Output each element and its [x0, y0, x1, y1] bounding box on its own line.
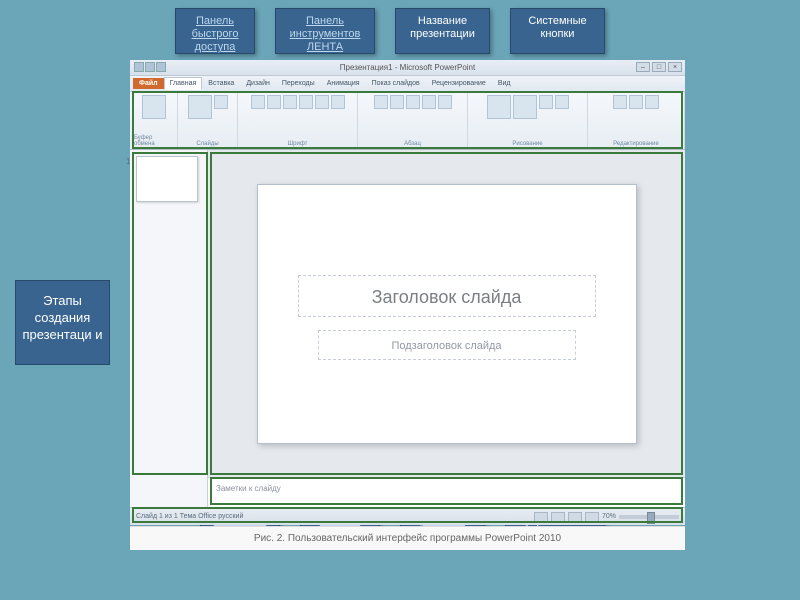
tab-insert[interactable]: Вставка — [202, 77, 240, 90]
tab-review[interactable]: Рецензирование — [426, 77, 492, 90]
outline-icon[interactable] — [555, 95, 569, 109]
numbering-icon[interactable] — [390, 95, 404, 109]
callout-ribbon-label: Панель инструментов ЛЕНТА — [290, 15, 361, 53]
work-area: Заголовок слайда Подзаголовок слайда Зам… — [130, 150, 685, 507]
group-slides: Слайды — [178, 92, 238, 149]
status-left: Слайд 1 из 1 Тема Office русский — [136, 513, 243, 520]
reading-view-button[interactable] — [568, 512, 582, 522]
sorter-view-button[interactable] — [551, 512, 565, 522]
status-right: 70% — [534, 512, 679, 522]
maximize-button[interactable]: □ — [652, 62, 666, 72]
close-button[interactable]: × — [668, 62, 682, 72]
new-slide-icon[interactable] — [188, 95, 212, 119]
slide-canvas[interactable]: Заголовок слайда Подзаголовок слайда — [208, 150, 685, 477]
tab-slideshow[interactable]: Показ слайдов — [366, 77, 426, 90]
notes-panel[interactable]: Заметки к слайду — [208, 477, 685, 507]
select-icon[interactable] — [645, 95, 659, 109]
callout-title: Название презентации — [395, 8, 490, 54]
group-drawing-label: Рисование — [512, 141, 542, 147]
ribbon: Буфер обмена Слайды Шрифт Абзац Рис — [130, 92, 685, 150]
quick-access-toolbar[interactable] — [134, 62, 166, 72]
zoom-slider[interactable] — [619, 515, 679, 519]
tab-animation[interactable]: Анимация — [321, 77, 366, 90]
group-paragraph: Абзац — [358, 92, 468, 149]
file-tab[interactable]: Файл — [133, 78, 164, 89]
callout-qat[interactable]: Панель быстрого доступа — [175, 8, 255, 54]
ribbon-tabs: Файл Главная Вставка Дизайн Переходы Ани… — [130, 76, 685, 92]
stages-callout: Этапы создания презентаци и — [15, 280, 110, 365]
layout-icon[interactable] — [214, 95, 228, 109]
group-slides-label: Слайды — [196, 141, 218, 147]
group-font-label: Шрифт — [288, 141, 308, 147]
shapes-icon[interactable] — [487, 95, 511, 119]
titlebar: Презентация1 - Microsoft PowerPoint – □ … — [130, 60, 685, 76]
bold-icon[interactable] — [283, 95, 297, 109]
color-icon[interactable] — [331, 95, 345, 109]
statusbar: Слайд 1 из 1 Тема Office русский 70% — [130, 507, 685, 525]
qat-save-icon[interactable] — [134, 62, 144, 72]
callout-qat-label: Панель быстрого доступа — [192, 15, 239, 53]
group-font: Шрифт — [238, 92, 358, 149]
arrange-icon[interactable] — [513, 95, 537, 119]
normal-view-button[interactable] — [534, 512, 548, 522]
system-buttons: – □ × — [636, 62, 682, 72]
group-clipboard-label: Буфер обмена — [134, 135, 173, 147]
bullets-icon[interactable] — [374, 95, 388, 109]
qat-undo-icon[interactable] — [145, 62, 155, 72]
tab-home[interactable]: Главная — [164, 77, 203, 90]
window-title: Презентация1 - Microsoft PowerPoint — [340, 63, 475, 72]
callout-sysbtns: Системные кнопки — [510, 8, 605, 54]
tab-transitions[interactable]: Переходы — [276, 77, 321, 90]
thumbnail-panel[interactable] — [130, 150, 208, 507]
group-clipboard: Буфер обмена — [130, 92, 178, 149]
group-editing: Редактирование — [588, 92, 685, 149]
powerpoint-window: Презентация1 - Microsoft PowerPoint – □ … — [130, 60, 685, 525]
find-icon[interactable] — [613, 95, 627, 109]
align-center-icon[interactable] — [422, 95, 436, 109]
edit-area: Заголовок слайда Подзаголовок слайда Зам… — [208, 150, 685, 507]
underline-icon[interactable] — [315, 95, 329, 109]
callout-sysbtns-label: Системные кнопки — [528, 15, 586, 40]
subtitle-placeholder[interactable]: Подзаголовок слайда — [318, 330, 576, 360]
tab-design[interactable]: Дизайн — [240, 77, 276, 90]
callout-ribbon[interactable]: Панель инструментов ЛЕНТА — [275, 8, 375, 54]
callout-title-label: Название презентации — [410, 15, 475, 40]
group-editing-label: Редактирование — [613, 141, 659, 147]
slide[interactable]: Заголовок слайда Подзаголовок слайда — [257, 184, 637, 444]
notes-placeholder: Заметки к слайду — [216, 484, 281, 493]
figure-caption: Рис. 2. Пользовательский интерфейс прогр… — [130, 526, 685, 550]
paste-icon[interactable] — [142, 95, 166, 119]
group-drawing: Рисование — [468, 92, 588, 149]
stages-label: Этапы создания презентаци и — [22, 293, 102, 342]
qat-redo-icon[interactable] — [156, 62, 166, 72]
group-paragraph-label: Абзац — [404, 141, 421, 147]
size-icon[interactable] — [267, 95, 281, 109]
replace-icon[interactable] — [629, 95, 643, 109]
slideshow-view-button[interactable] — [585, 512, 599, 522]
caption-text: Рис. 2. Пользовательский интерфейс прогр… — [254, 533, 561, 544]
zoom-percent: 70% — [602, 513, 616, 520]
title-placeholder[interactable]: Заголовок слайда — [298, 275, 596, 317]
italic-icon[interactable] — [299, 95, 313, 109]
minimize-button[interactable]: – — [636, 62, 650, 72]
slide-thumb-1[interactable] — [136, 156, 198, 202]
align-left-icon[interactable] — [406, 95, 420, 109]
align-right-icon[interactable] — [438, 95, 452, 109]
font-icon[interactable] — [251, 95, 265, 109]
tab-view[interactable]: Вид — [492, 77, 517, 90]
fill-icon[interactable] — [539, 95, 553, 109]
